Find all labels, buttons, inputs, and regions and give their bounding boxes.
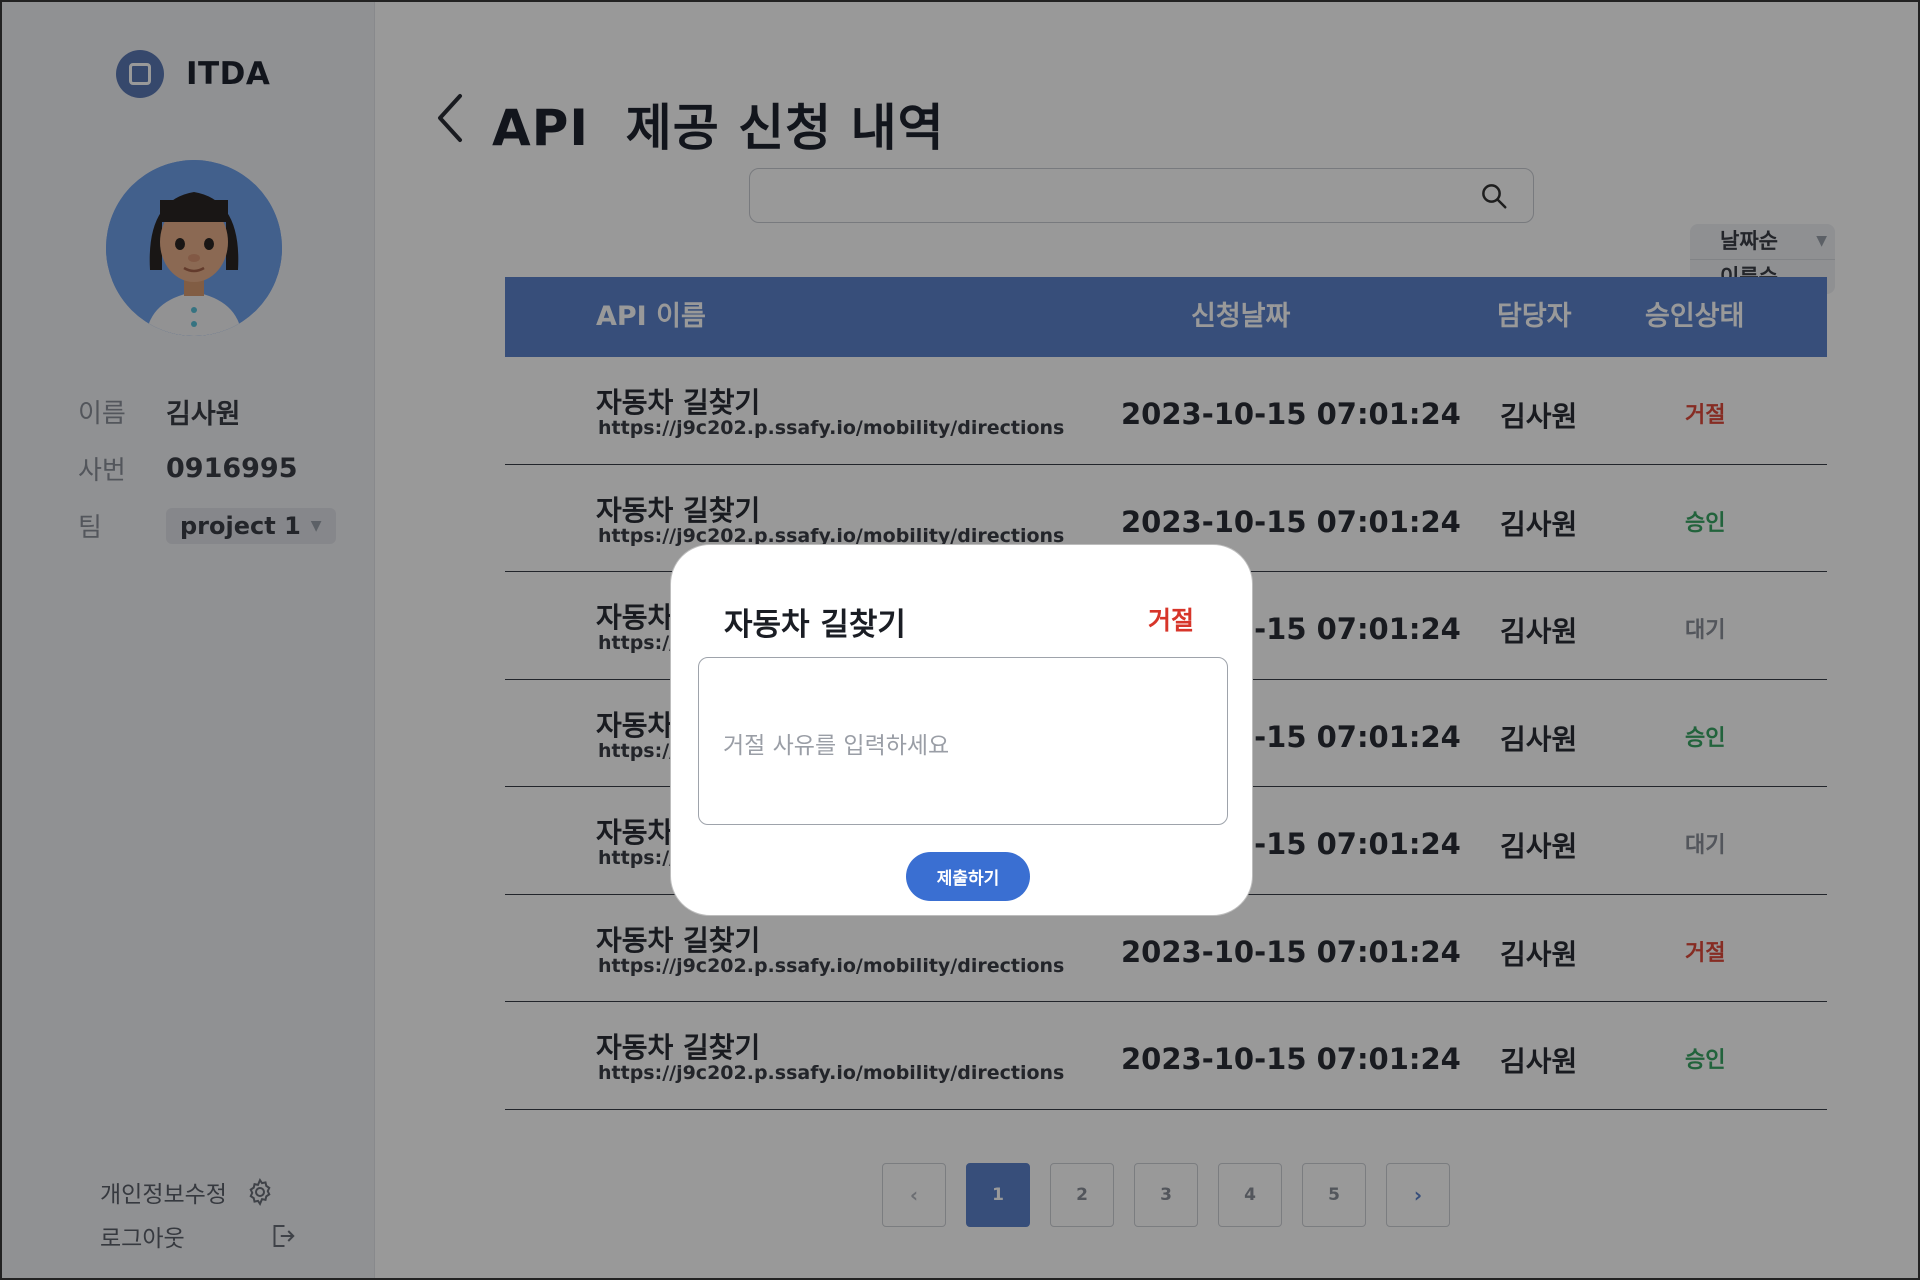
modal-status-badge: 거절 bbox=[1147, 606, 1194, 635]
reject-reason-modal: 자동차 길찾기 거절 제출하기 bbox=[670, 544, 1253, 916]
modal-title: 자동차 길찾기 bbox=[724, 607, 906, 643]
reject-reason-input[interactable] bbox=[698, 657, 1228, 825]
submit-button[interactable]: 제출하기 bbox=[906, 852, 1030, 901]
